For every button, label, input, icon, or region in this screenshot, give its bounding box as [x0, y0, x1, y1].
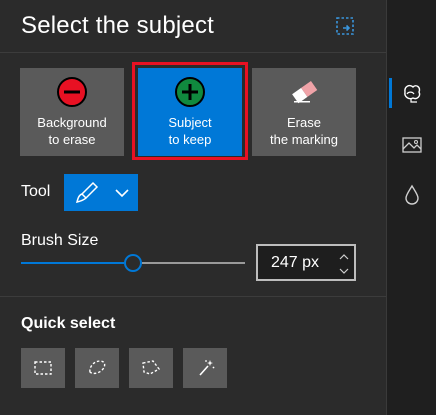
background-select-icon	[404, 84, 421, 103]
subject-to-keep-button[interactable]: Subject to keep	[138, 68, 242, 156]
background-to-erase-button[interactable]: Background to erase	[20, 68, 124, 156]
rail-image-adjust[interactable]	[387, 122, 436, 168]
drop-icon	[405, 184, 419, 205]
plus-circle-icon	[175, 77, 205, 107]
slider-track-remaining	[142, 262, 245, 264]
header-divider	[0, 52, 386, 53]
quick-select-label: Quick select	[21, 315, 116, 332]
background-to-erase-label: Background to erase	[37, 115, 107, 147]
eraser-icon	[292, 81, 318, 104]
slider-track-filled	[21, 262, 124, 264]
minus-circle-icon	[57, 77, 87, 107]
erase-marking-button[interactable]: Erase the marking	[252, 68, 356, 156]
image-adjust-icon	[402, 137, 422, 153]
lasso-select-icon	[89, 360, 106, 375]
brush-size-label: Brush Size	[21, 232, 99, 249]
slider-thumb[interactable]	[124, 254, 142, 272]
collapse-panel-icon[interactable]	[334, 15, 356, 37]
erase-marking-label: Erase the marking	[270, 115, 338, 147]
magic-wand-button[interactable]	[183, 348, 227, 388]
rectangle-select-icon	[34, 361, 52, 375]
tool-label: Tool	[21, 183, 51, 200]
brush-size-slider[interactable]	[21, 253, 245, 273]
chevron-down-icon	[115, 188, 129, 197]
rail-drop[interactable]	[387, 172, 436, 218]
select-subject-panel: Select the subject Background to erase S…	[0, 0, 386, 415]
subject-to-keep-label: Subject to keep	[168, 115, 212, 147]
brush-size-value: 247 px	[271, 254, 320, 271]
tool-dropdown[interactable]	[64, 174, 138, 211]
right-tool-rail	[386, 0, 436, 415]
magic-wand-icon	[199, 360, 215, 376]
rectangle-select-button[interactable]	[21, 348, 65, 388]
section-divider	[0, 296, 386, 297]
app-root: Select the subject Background to erase S…	[0, 0, 436, 415]
polygon-lasso-icon	[142, 360, 161, 375]
polygon-lasso-button[interactable]	[129, 348, 173, 388]
rail-background-select[interactable]	[387, 70, 436, 116]
panel-title: Select the subject	[21, 12, 215, 39]
increase-size-icon[interactable]	[338, 250, 350, 264]
lasso-select-button[interactable]	[75, 348, 119, 388]
brush-icon	[75, 181, 99, 203]
decrease-size-icon[interactable]	[338, 264, 350, 278]
brush-size-field[interactable]: 247 px	[256, 244, 356, 281]
